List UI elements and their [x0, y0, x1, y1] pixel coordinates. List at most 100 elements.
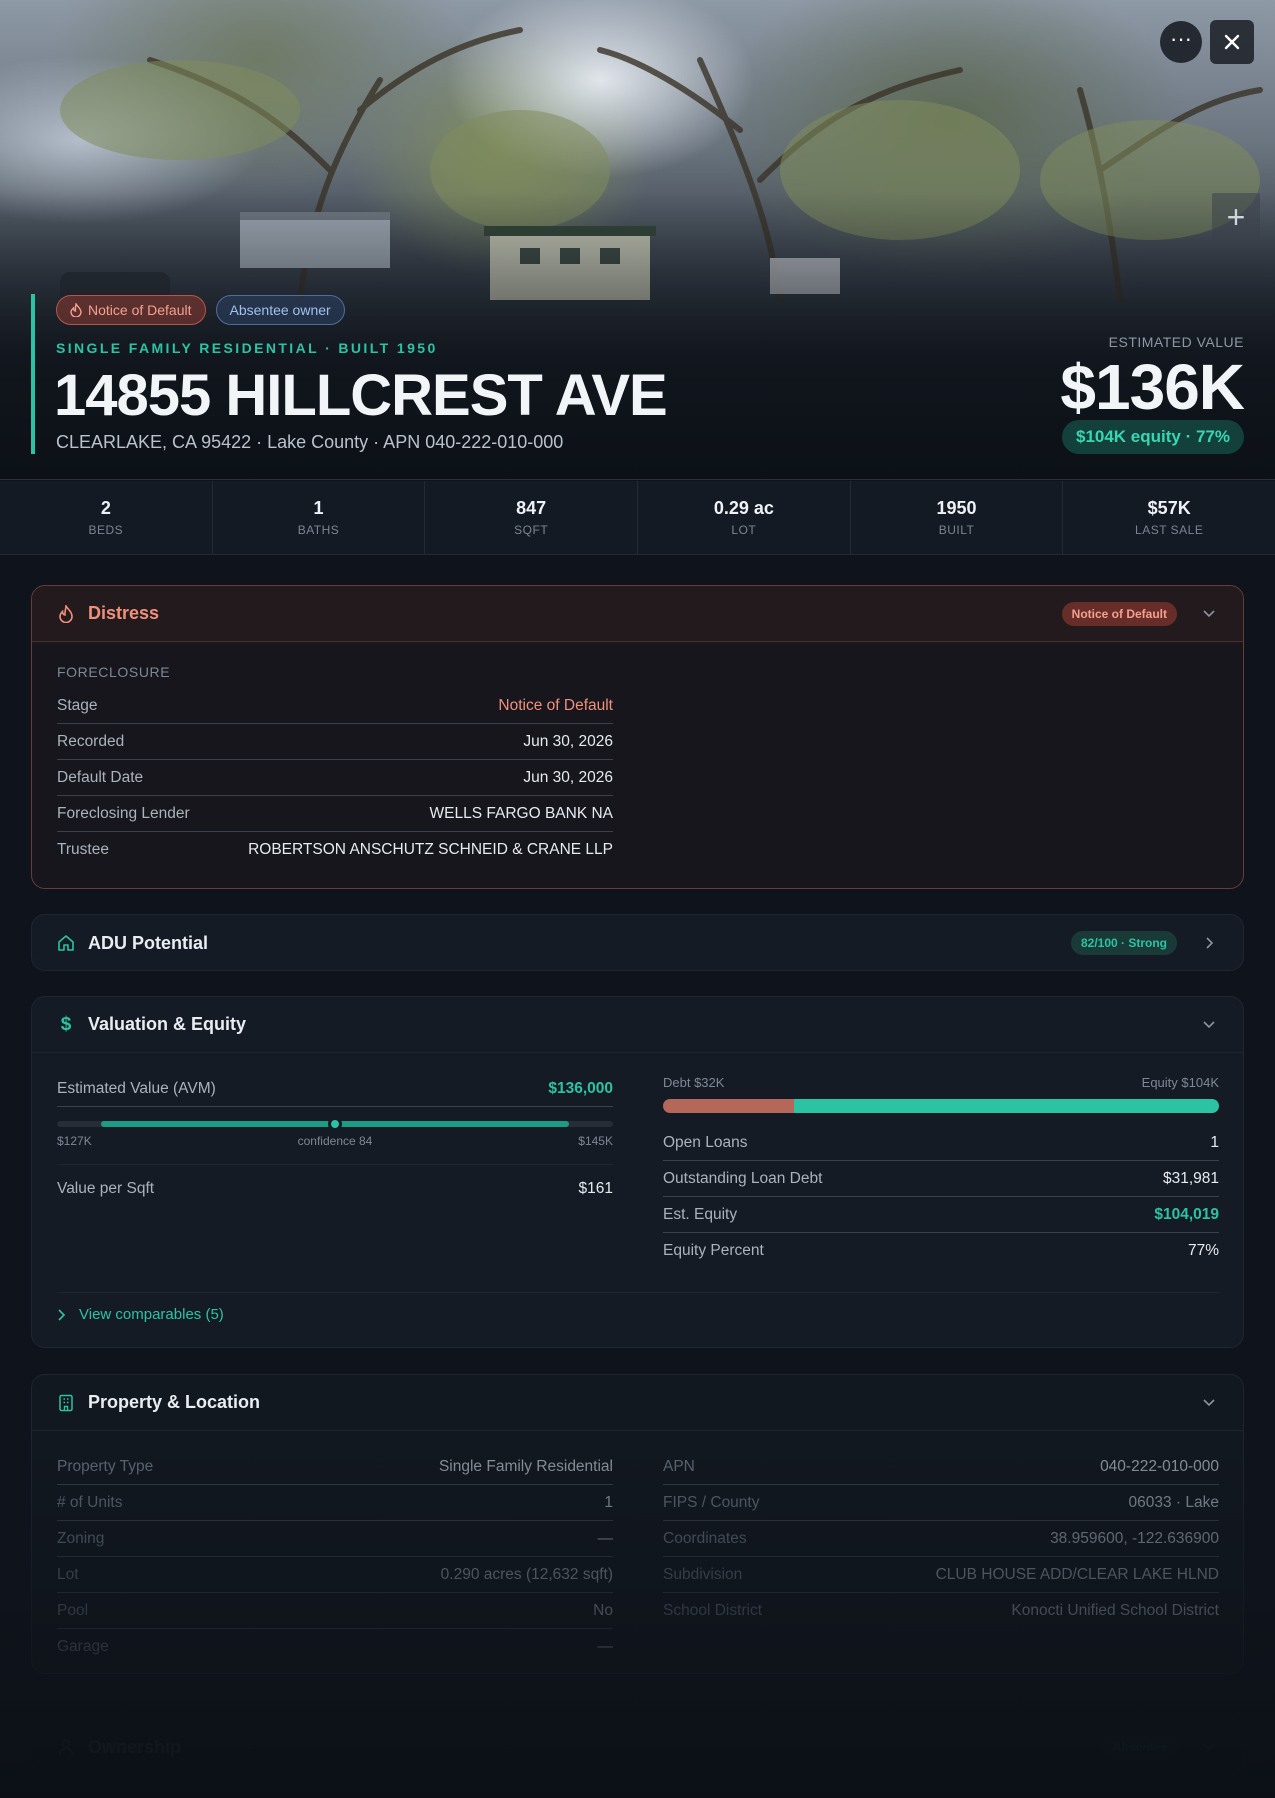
divider — [57, 1292, 1220, 1293]
stat-label: BUILT — [938, 523, 975, 537]
row-key: Stage — [57, 696, 98, 714]
divider — [57, 1164, 613, 1165]
debt-equity-labels: Debt $32K Equity $104K — [663, 1075, 1219, 1090]
building-icon — [56, 1393, 76, 1413]
person-icon — [56, 1737, 76, 1757]
row-value: ROBERTSON ANSCHUTZ SCHNEID & CRANE LLP — [248, 841, 613, 858]
row-key: Value per Sqft — [57, 1180, 155, 1197]
status-chips: Notice of Default Absentee owner — [56, 295, 345, 325]
row-default-date: Default Date Jun 30, 2026 — [57, 760, 613, 796]
row-value: 06033 · Lake — [1128, 1493, 1220, 1511]
stat-label: BATHS — [297, 523, 340, 537]
ownership-header[interactable]: Ownership Absentee — [32, 1719, 1243, 1775]
avm-point-marker — [328, 1117, 342, 1131]
chevron-right-icon — [58, 1308, 66, 1321]
row-key: # of Units — [57, 1493, 123, 1511]
close-icon — [1224, 34, 1240, 50]
row-key: Lot — [57, 1565, 79, 1583]
row-avm: Estimated Value (AVM) $136,000 — [57, 1071, 613, 1107]
row-key: Recorded — [57, 732, 125, 750]
adu-card[interactable]: ADU Potential 82/100 · Strong — [31, 914, 1244, 971]
chip-notice-of-default[interactable]: Notice of Default — [56, 295, 206, 325]
row-value: — — [597, 1638, 614, 1655]
chip-absentee-owner[interactable]: Absentee owner — [215, 295, 345, 325]
stat-built: 1950 BUILT — [851, 481, 1064, 554]
row-value: Jun 30, 2026 — [523, 768, 613, 786]
ownership-card[interactable]: Ownership Absentee — [31, 1718, 1244, 1774]
row-key: Zoning — [57, 1529, 105, 1547]
row-outstanding-debt: Outstanding Loan Debt $31,981 — [663, 1161, 1219, 1197]
stat-value: 847 — [516, 498, 547, 518]
debt-label: Debt $32K — [663, 1075, 725, 1090]
row-key: Equity Percent — [663, 1242, 764, 1259]
row-value: 1 — [1210, 1133, 1219, 1151]
row-coordinates: Coordinates 38.959600, -122.636900 — [663, 1521, 1219, 1557]
equity-label: Equity $104K — [1141, 1075, 1219, 1090]
stat-value: 1950 — [936, 498, 977, 518]
row-key: Coordinates — [663, 1529, 747, 1547]
stat-label: LOT — [731, 523, 757, 537]
ownership-title: Ownership — [88, 1736, 182, 1757]
chevron-down-icon[interactable] — [1201, 1739, 1217, 1755]
stat-value: $57K — [1147, 498, 1191, 518]
view-comparables-label: View comparables (5) — [79, 1306, 224, 1323]
stat-label: LAST SALE — [1135, 523, 1204, 537]
row-equity-percent: Equity Percent 77% — [663, 1233, 1219, 1269]
stat-label: BEDS — [88, 523, 124, 537]
more-button[interactable]: ··· — [1160, 21, 1202, 63]
row-key: Pool — [57, 1601, 89, 1619]
row-units: # of Units 1 — [57, 1485, 613, 1521]
distress-header[interactable]: Distress Notice of Default — [32, 586, 1243, 642]
row-stage: Stage Notice of Default — [57, 688, 613, 724]
chevron-right-icon[interactable] — [1201, 935, 1217, 951]
row-zoning: Zoning — — [57, 1521, 613, 1557]
chip-label: Notice of Default — [88, 302, 192, 318]
distress-card: Distress Notice of Default FORECLOSURE S… — [31, 585, 1244, 889]
row-value: $136,000 — [548, 1079, 613, 1097]
distress-title: Distress — [88, 603, 160, 623]
valuation-header[interactable]: $ Valuation & Equity — [32, 997, 1243, 1053]
row-key: Property Type — [57, 1457, 154, 1475]
row-value: $31,981 — [1162, 1169, 1219, 1187]
row-key: Est. Equity — [663, 1205, 738, 1223]
equity-pill: $104K equity · 77% — [1061, 420, 1244, 454]
row-garage: Garage — — [57, 1629, 613, 1665]
stats-bar: 2 BEDS 1 BATHS 847 SQFT 0.29 ac LOT 1950 BUIL… — [0, 481, 1275, 555]
accent-bar — [31, 294, 35, 454]
row-key: Trustee — [57, 841, 109, 858]
row-value: — — [597, 1529, 614, 1547]
stat-sqft: 847 SQFT — [425, 481, 639, 554]
row-key: FIPS / County — [663, 1493, 760, 1511]
row-key: Estimated Value (AVM) — [57, 1079, 216, 1097]
home-icon — [56, 933, 76, 953]
row-trustee: Trustee ROBERTSON ANSCHUTZ SCHNEID & CRAN… — [57, 832, 613, 868]
row-est-equity: Est. Equity $104,019 — [663, 1197, 1219, 1233]
dollar-icon: $ — [60, 1013, 72, 1035]
row-open-loans: Open Loans 1 — [663, 1125, 1219, 1161]
row-value: Notice of Default — [498, 696, 613, 714]
stat-label: SQFT — [514, 523, 549, 537]
chip-label: Absentee owner — [229, 302, 331, 318]
view-comparables-link[interactable]: View comparables (5) — [57, 1306, 224, 1323]
row-recorded: Recorded Jun 30, 2026 — [57, 724, 613, 760]
row-key: Outstanding Loan Debt — [663, 1169, 823, 1187]
row-key: School District — [663, 1602, 763, 1619]
row-value: No — [593, 1601, 613, 1619]
adu-title: ADU Potential — [88, 932, 209, 953]
close-button[interactable] — [1210, 20, 1254, 64]
row-value: Jun 30, 2026 — [523, 732, 613, 750]
distress-badge: Notice of Default — [1061, 601, 1177, 626]
chevron-down-icon[interactable] — [1201, 1017, 1217, 1033]
avm-range-bar — [57, 1117, 613, 1131]
zoom-in-button[interactable]: + — [1212, 193, 1260, 241]
row-key: Open Loans — [663, 1133, 748, 1151]
stat-lot: 0.29 ac LOT — [638, 481, 851, 554]
property-header[interactable]: Property & Location — [32, 1375, 1243, 1431]
chevron-down-icon[interactable] — [1201, 1395, 1217, 1411]
row-fips-county: FIPS / County 06033 · Lake — [663, 1485, 1219, 1521]
chevron-down-icon[interactable] — [1201, 606, 1217, 622]
adu-header[interactable]: ADU Potential 82/100 · Strong — [32, 915, 1243, 970]
row-key: Garage — [57, 1638, 109, 1655]
row-key: Default Date — [57, 768, 144, 786]
estimated-value: $136K — [1060, 351, 1245, 423]
